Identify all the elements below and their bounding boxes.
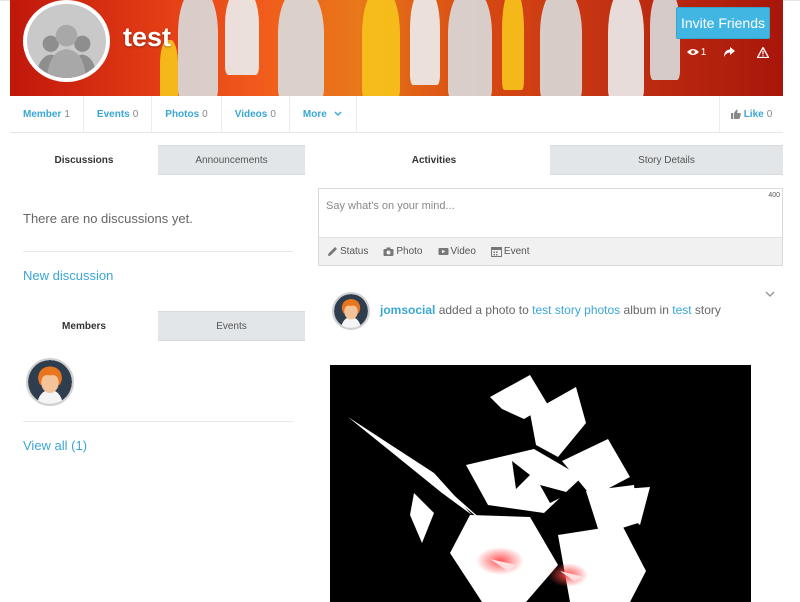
- composer-action-label: Event: [503, 246, 530, 257]
- activity-album-link[interactable]: test story photos: [532, 303, 620, 317]
- composer-event-button[interactable]: Event: [490, 246, 530, 257]
- nav-videos[interactable]: Videos 0: [222, 96, 290, 132]
- like-button[interactable]: Like 0: [719, 96, 783, 132]
- nav-label: Events: [96, 108, 130, 120]
- composer-action-label: Status: [340, 246, 369, 257]
- nav-label: More: [302, 108, 327, 120]
- tab-announcements[interactable]: Announcements: [158, 145, 305, 175]
- chevron-down-icon[interactable]: [764, 289, 776, 299]
- robot-artwork-image: [330, 365, 751, 602]
- avatar-icon: [28, 360, 72, 404]
- nav-count: 0: [270, 108, 276, 120]
- composer-placeholder[interactable]: Say what's on your mind...: [326, 200, 455, 212]
- new-discussion-link[interactable]: New discussion: [23, 268, 113, 283]
- report-button[interactable]: [746, 43, 779, 61]
- composer-video-button[interactable]: Video: [438, 246, 476, 257]
- tab-events[interactable]: Events: [158, 311, 305, 341]
- nav-label: Member: [23, 108, 62, 120]
- thumbs-up-icon: [730, 109, 741, 119]
- composer-status-button[interactable]: Status: [327, 246, 368, 257]
- cover-silhouette: [178, 0, 218, 96]
- nav-count: 0: [132, 108, 139, 120]
- empty-discussions-text: There are no discussions yet.: [23, 211, 193, 226]
- cover-silhouette: [225, 0, 259, 75]
- activity-target-link[interactable]: test: [672, 303, 691, 317]
- tab-discussions[interactable]: Discussions: [10, 145, 158, 175]
- view-all-members-link[interactable]: View all (1): [23, 438, 87, 453]
- divider: [23, 251, 293, 252]
- share-icon: [724, 47, 735, 57]
- composer-toolbar: Status Photo Video Event: [319, 237, 782, 265]
- group-avatar-icon: [27, 4, 106, 78]
- nav-members[interactable]: Member 1: [10, 96, 84, 132]
- composer-photo-button[interactable]: Photo: [383, 246, 423, 257]
- eye-icon: [686, 49, 699, 55]
- activity-verb: added a photo to: [438, 303, 529, 317]
- view-count: 1: [700, 46, 707, 58]
- tab-activities[interactable]: Activities: [318, 145, 550, 175]
- nav-events[interactable]: Events 0: [84, 96, 153, 132]
- group-avatar[interactable]: [23, 0, 110, 82]
- nav-count: 1: [64, 108, 70, 120]
- divider: [23, 421, 293, 422]
- activity-photo[interactable]: [330, 365, 751, 602]
- cover-actions: 1: [680, 43, 779, 61]
- avatar-icon: [334, 294, 368, 328]
- discussion-tabs: Discussions Announcements: [10, 145, 305, 175]
- activity-description: jomsocial added a photo to test story ph…: [380, 303, 721, 317]
- views-indicator: 1: [680, 43, 713, 61]
- nav-label: Videos: [234, 108, 268, 120]
- chevron-down-icon: [334, 111, 342, 116]
- invite-friends-button[interactable]: Invite Friends: [676, 7, 770, 39]
- cover-silhouette: [502, 0, 524, 90]
- share-button[interactable]: [713, 43, 746, 61]
- pencil-icon: [328, 247, 337, 256]
- composer-action-label: Video: [450, 246, 476, 257]
- status-composer[interactable]: Say what's on your mind... 400 Status Ph…: [318, 188, 783, 266]
- camera-icon: [383, 247, 394, 256]
- activity-middle: album in: [623, 303, 669, 317]
- member-tabs: Members Events: [10, 311, 305, 341]
- group-title: test: [123, 22, 172, 52]
- stream-tabs: Activities Story Details: [318, 145, 783, 175]
- cover-silhouette: [410, 0, 440, 85]
- like-count: 0: [766, 108, 773, 120]
- activity-suffix: story: [694, 303, 721, 317]
- group-nav: Member 1 Events 0 Photos 0 Videos 0 More…: [10, 96, 783, 133]
- nav-more-dropdown[interactable]: More: [290, 96, 357, 132]
- cover-silhouette: [362, 0, 400, 96]
- member-avatar[interactable]: [26, 358, 74, 406]
- cover-silhouette: [278, 0, 324, 96]
- nav-photos[interactable]: Photos 0: [152, 96, 222, 132]
- activity-avatar[interactable]: [332, 292, 370, 330]
- cover-silhouette: [608, 0, 644, 96]
- character-counter: 400: [768, 192, 780, 199]
- nav-label: Photos: [165, 108, 200, 120]
- tab-members[interactable]: Members: [10, 311, 158, 341]
- calendar-icon: [490, 247, 502, 257]
- tab-story-details[interactable]: Story Details: [550, 145, 783, 175]
- warning-icon: [756, 46, 769, 58]
- activity-actor-link[interactable]: jomsocial: [380, 303, 435, 317]
- cover-silhouette: [448, 0, 492, 96]
- video-icon: [438, 248, 448, 255]
- composer-action-label: Photo: [396, 246, 423, 257]
- nav-count: 0: [202, 108, 208, 120]
- cover-silhouette: [540, 0, 582, 96]
- like-label: Like: [743, 108, 764, 120]
